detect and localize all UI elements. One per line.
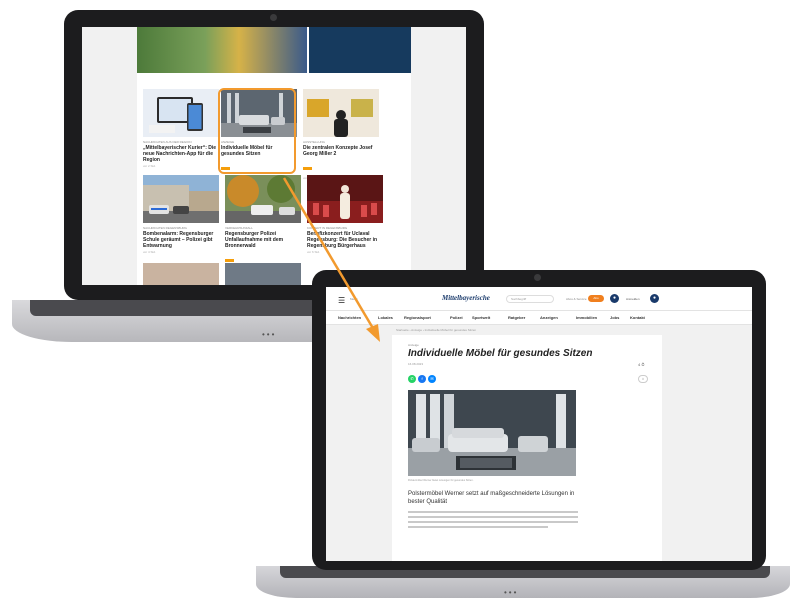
main-nav: Nachrichten Lokales Regionalsport Polize… <box>326 311 752 325</box>
nav-item-7[interactable]: Immobilien <box>576 315 597 320</box>
menu-icon[interactable]: ☰ <box>338 296 345 305</box>
menu-label[interactable]: Menü <box>350 297 358 301</box>
article-lead: Polstermöbel Werner setzt auf maßgeschne… <box>408 491 575 505</box>
messenger-icon[interactable]: ✉ <box>428 375 436 383</box>
card-thumbnail <box>143 175 219 223</box>
laptop-back-camera <box>270 14 277 21</box>
card-kicker: Ausstellung <box>303 140 326 144</box>
nav-item-0[interactable]: Nachrichten <box>338 315 361 320</box>
card-thumbnail <box>225 175 301 223</box>
card-kicker: Konzert in Regensburg <box>307 226 348 230</box>
hero-image-right[interactable] <box>309 27 411 73</box>
plus-badge <box>225 259 234 262</box>
card-kicker: Nachrichten Regensburg <box>143 226 188 230</box>
breadcrumb[interactable]: Startseite › Anzeige › Individuelle Möbe… <box>396 328 476 332</box>
laptop-back-hinge-dots: ••• <box>262 330 277 339</box>
site-logo[interactable]: Mittelbayerische <box>442 294 490 302</box>
article-date: 16.08.2023 <box>408 362 424 366</box>
card-thumbnail <box>143 89 219 137</box>
news-card[interactable]: Verkehrsunfall Regensburger Polizei Unfa… <box>225 175 301 267</box>
search-input[interactable]: Suchbegriff <box>506 295 554 303</box>
nav-item-6[interactable]: Anzeigen <box>540 315 558 320</box>
card-title[interactable]: Regensburger Polizei Unfallaufnahme mit … <box>225 231 301 249</box>
nav-item-3[interactable]: Polizei <box>450 315 463 320</box>
news-card[interactable]: Ausstellung Die zentralen Konzepte Josef… <box>303 89 379 180</box>
card-date: vor 4 Std. <box>143 250 156 254</box>
body-text-line <box>408 521 578 523</box>
article-title: Individuelle Möbel für gesundes Sitzen <box>408 348 593 359</box>
nav-item-9[interactable]: Kontakt <box>630 315 645 320</box>
nav-item-2[interactable]: Regionalsport <box>404 315 431 320</box>
card-date: vor 2 Std. <box>143 164 156 168</box>
body-text-line <box>408 511 578 513</box>
card-kicker: Verkehrsunfall <box>225 226 253 230</box>
nav-item-8[interactable]: Jobs <box>610 315 619 320</box>
abo-button[interactable]: Abo <box>588 295 604 302</box>
article: Anzeige Individuelle Möbel für gesundes … <box>392 335 662 561</box>
news-card[interactable]: Konzert in Regensburg Benefizkonzert für… <box>307 175 383 254</box>
body-text-line <box>408 526 548 528</box>
facebook-icon[interactable]: f <box>418 375 426 383</box>
card-thumbnail-partial[interactable] <box>143 263 219 285</box>
body-text-line <box>408 516 578 518</box>
article-hero-image[interactable] <box>408 390 576 476</box>
whatsapp-icon[interactable]: ✆ <box>408 375 416 383</box>
news-card[interactable]: Nachrichten aus der Region „Mittelbayeri… <box>143 89 219 168</box>
bell-icon[interactable]: ● <box>610 294 619 303</box>
login-link[interactable]: Anmelden <box>626 297 640 301</box>
card-title[interactable]: Bombenalarm: Regensburger Schule geräumt… <box>143 231 219 249</box>
news-card[interactable]: Nachrichten Regensburg Bombenalarm: Rege… <box>143 175 219 254</box>
card-date: vor 6 Std. <box>307 250 320 254</box>
card-thumbnail-partial[interactable] <box>225 263 301 285</box>
user-icon[interactable]: ● <box>650 294 659 303</box>
hero-image-left[interactable] <box>137 27 307 73</box>
card-thumbnail <box>303 89 379 137</box>
card-thumbnail <box>307 175 383 223</box>
stage: ••• Nachrichten aus der Region <box>0 0 790 598</box>
highlight-frame <box>218 88 296 174</box>
image-caption: Polstermöbel Werner bietet Lösungen für … <box>408 479 474 482</box>
card-title[interactable]: „Mittelbayerischer Kurier“: Die neue Nac… <box>143 145 219 163</box>
card-kicker: Nachrichten aus der Region <box>143 140 192 144</box>
card-title[interactable]: Benefizkonzert für Uclaval Regensburg: D… <box>307 231 383 249</box>
abo-service-link[interactable]: Abos & Service <box>566 297 587 301</box>
site-header: ☰ Menü Mittelbayerische Suchbegriff Abos… <box>326 287 752 311</box>
laptop-front-screen: ☰ Menü Mittelbayerische Suchbegriff Abos… <box>326 287 752 561</box>
laptop-front-hinge-dots: ••• <box>504 588 519 597</box>
plus-badge <box>303 167 312 170</box>
laptop-front-camera <box>534 274 541 281</box>
article-kicker: Anzeige <box>408 343 419 347</box>
nav-item-4[interactable]: Sportwelt <box>472 315 490 320</box>
nav-item-1[interactable]: Lokales <box>378 315 393 320</box>
card-title[interactable]: Die zentralen Konzepte Josef Georg Mille… <box>303 145 379 157</box>
nav-item-5[interactable]: Ratgeber <box>508 315 525 320</box>
reading-time: 4 ⏱ <box>638 362 645 367</box>
laptop-front: ☰ Menü Mittelbayerische Suchbegriff Abos… <box>312 270 766 570</box>
bookmark-icon[interactable]: ⌂ <box>638 375 648 383</box>
